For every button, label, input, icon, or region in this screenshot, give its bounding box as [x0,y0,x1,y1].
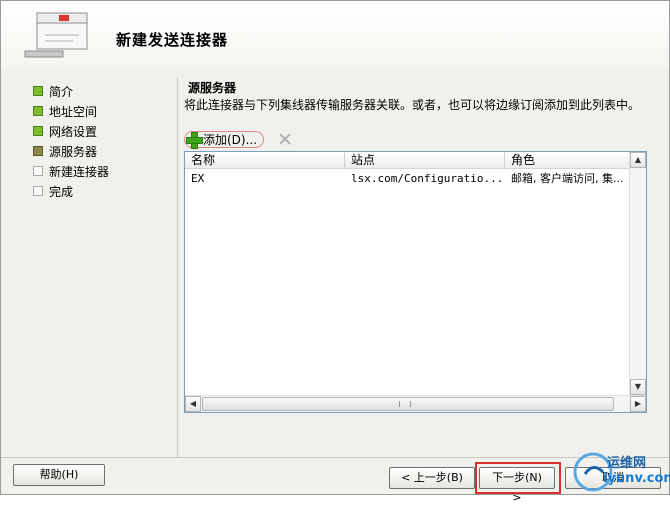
step-status-icon [33,106,43,116]
step-status-icon [33,126,43,136]
nav-step-label: 简介 [49,84,74,99]
watermark-url: iyunv.com [603,471,670,486]
list-toolbar: 添加(D)... [184,130,292,149]
green-plus-icon [186,131,203,149]
next-button[interactable]: 下一步(N) > [479,467,555,504]
column-header-site[interactable]: 站点 [345,152,505,169]
step-status-icon [33,166,43,176]
cell-name: EX [191,172,205,185]
wizard-header: 新建发送连接器 [1,1,669,69]
vertical-scrollbar[interactable]: ▲ ▼ [629,152,646,395]
wizard-step-list: 简介 地址空间 网络设置 源服务器 新建连接器 完成 [33,81,173,201]
table-row[interactable]: EX lsx.com/Configuratio... 邮箱, 客户端访问, 集.… [185,171,630,187]
back-button[interactable]: < 上一步(B) [389,467,475,489]
scroll-down-icon[interactable]: ▼ [630,379,646,395]
scroll-right-icon[interactable]: ▶ [630,396,646,412]
cell-site: lsx.com/Configuratio... [351,172,504,185]
add-button[interactable]: 添加(D)... [184,130,265,149]
nav-step-address-space: 地址空间 [33,101,173,121]
nav-step-complete: 完成 [33,181,173,201]
nav-step-label: 地址空间 [49,104,98,119]
scroll-thumb[interactable] [202,397,614,411]
section-title: 源服务器 [188,81,237,95]
step-status-icon [33,86,43,96]
nav-step-label: 完成 [49,184,74,199]
step-status-icon [33,146,43,156]
nav-step-source-server: 源服务器 [33,141,173,161]
wizard-title: 新建发送连接器 [116,31,229,49]
nav-step-intro: 简介 [33,81,173,101]
nav-step-label: 源服务器 [49,144,98,159]
help-button[interactable]: 帮助(H) [13,464,105,486]
horizontal-scrollbar[interactable]: ◀ ▶ [185,395,646,412]
nav-step-label: 网络设置 [49,124,98,139]
nav-step-label: 新建连接器 [49,164,110,179]
add-button-label: 添加(D)... [203,132,258,147]
delete-x-icon[interactable] [278,132,292,146]
list-header: 名称 站点 角色 [185,152,630,169]
scroll-up-icon[interactable]: ▲ [630,152,646,168]
footer-divider [1,457,669,458]
nav-divider [177,77,178,457]
nav-step-network-settings: 网络设置 [33,121,173,141]
scroll-left-icon[interactable]: ◀ [185,396,201,412]
send-connector-icon [24,12,88,58]
watermark-text: 运维网 [607,456,647,471]
wizard-dialog: 新建发送连接器 简介 地址空间 网络设置 源服务器 新建连接器 完成 源服务器 … [0,0,670,504]
step-status-icon [33,186,43,196]
column-header-name[interactable]: 名称 [185,152,345,169]
column-header-role[interactable]: 角色 [505,152,630,169]
cell-role: 邮箱, 客户端访问, 集... [511,172,624,185]
nav-step-new-connector: 新建连接器 [33,161,173,181]
section-description: 将此连接器与下列集线器传输服务器关联。或者，也可以将边缘订阅添加到此列表中。 [184,98,641,112]
server-list[interactable]: 名称 站点 角色 EX lsx.com/Configuratio... 邮箱, … [184,151,647,413]
